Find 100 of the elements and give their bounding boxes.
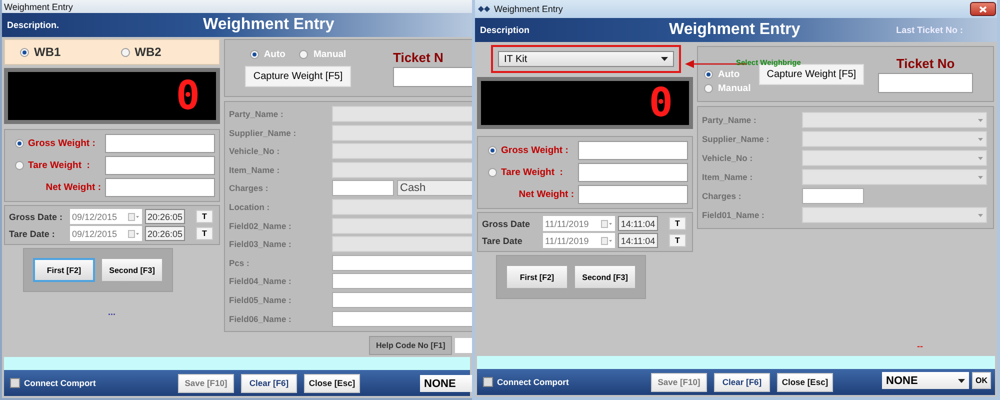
combo-field[interactable] [802, 131, 987, 147]
date-picker[interactable]: 11/11/2019 [543, 216, 615, 231]
footer-button[interactable]: Clear [F6] [714, 372, 770, 392]
port-dropdown[interactable]: NONE [420, 375, 472, 392]
caret-icon [978, 156, 983, 160]
footer-button[interactable]: Save [F10] [651, 372, 707, 392]
mode-label: Manual [313, 49, 346, 60]
ok-button[interactable]: OK [972, 372, 991, 389]
radio-button[interactable] [488, 146, 497, 155]
close-button[interactable] [970, 2, 996, 16]
radio-button[interactable] [15, 161, 24, 170]
weight-label: Gross Weight : [501, 145, 568, 156]
combo-field[interactable] [332, 198, 472, 215]
ticket-label: Ticket No [896, 56, 955, 70]
radio-button[interactable] [120, 48, 130, 56]
header-label: Last Ticket No : [896, 25, 963, 35]
weight-field[interactable] [578, 163, 688, 182]
combo-field[interactable] [332, 162, 472, 178]
input-field[interactable] [332, 292, 472, 308]
field-label: Party_Name : [229, 109, 284, 119]
caret-icon [978, 176, 983, 178]
port-dropdown[interactable]: NONE [882, 372, 969, 389]
payment-field[interactable]: Cash [397, 180, 472, 196]
weight-field[interactable] [578, 141, 688, 160]
field-label: Field06_Name : [229, 314, 292, 324]
radio-button[interactable] [15, 139, 24, 148]
date-label: Gross Date [482, 218, 532, 228]
weigh-button[interactable]: Second [F3] [574, 265, 636, 289]
header-label: Description [479, 25, 530, 35]
input-field[interactable] [332, 254, 472, 271]
time-field[interactable]: 20:26:05 [145, 226, 185, 241]
checkbox-label: Connect Comport [24, 378, 96, 388]
date-label: Tare Date [482, 236, 524, 246]
radio-button[interactable] [20, 48, 29, 56]
field-label: Item_Name : [229, 164, 281, 175]
weight-field[interactable] [105, 156, 215, 175]
radio-button[interactable] [704, 84, 713, 92]
input-field[interactable] [802, 188, 864, 204]
footer-button[interactable]: Clear [F6] [241, 374, 297, 392]
radio-button[interactable] [488, 168, 497, 177]
footer-button[interactable]: Close [Esc] [777, 372, 833, 392]
date-picker[interactable]: 11/11/2019 [543, 233, 615, 248]
weight-label: Net Weight : [46, 182, 101, 193]
ticket-field[interactable] [393, 66, 472, 86]
header-title: Weighment Entry [669, 21, 800, 39]
combo-field[interactable] [802, 207, 987, 223]
field-label: Location : [229, 202, 271, 212]
time-field[interactable]: 14:11:04 [618, 216, 658, 231]
weighbridge-dropdown[interactable]: IT Kit [498, 51, 674, 67]
combo-field[interactable] [332, 218, 472, 234]
weigh-button[interactable]: First [F2] [33, 258, 95, 282]
footer-button[interactable]: Save [F10] [178, 374, 234, 392]
radio-button[interactable] [299, 50, 308, 59]
weight-label: Tare Weight : [28, 160, 90, 171]
weigh-button[interactable]: First [F2] [506, 265, 568, 289]
time-button[interactable]: T [196, 210, 213, 223]
checkbox[interactable] [10, 378, 20, 388]
combo-field[interactable] [802, 112, 987, 128]
ticket-field[interactable] [878, 72, 974, 92]
combo-field[interactable] [332, 143, 472, 160]
field-label: Field05_Name : [229, 294, 292, 305]
radio-button[interactable] [704, 70, 713, 78]
radio-button[interactable] [250, 50, 259, 59]
input-field[interactable] [332, 180, 394, 196]
capture-button[interactable]: Capture Weight [F5] [245, 66, 351, 87]
time-button[interactable]: T [669, 217, 686, 230]
ticket-label: Ticket N [393, 50, 444, 64]
field-label: Vehicle_No : [229, 146, 281, 156]
caret-icon [978, 214, 983, 216]
time-field[interactable]: 20:26:05 [145, 209, 185, 224]
combo-field[interactable] [332, 106, 472, 122]
date-picker[interactable]: 09/12/2015 [70, 209, 142, 224]
checkbox[interactable] [483, 377, 493, 387]
footer-button[interactable]: Close [Esc] [304, 374, 360, 392]
combo-field[interactable] [332, 124, 472, 141]
field-label: Vehicle_No : [702, 153, 754, 163]
time-button[interactable]: T [669, 234, 686, 247]
close-icon [979, 6, 987, 12]
weight-field[interactable] [105, 178, 215, 197]
caret-icon [661, 57, 668, 61]
combo-field[interactable] [332, 236, 472, 252]
calendar-icon [128, 230, 140, 238]
mode-label: Manual [718, 82, 751, 94]
field-label: Supplier_Name : [702, 134, 770, 144]
input-field[interactable] [332, 273, 472, 290]
weight-field[interactable] [578, 185, 688, 204]
field-label: Charges : [702, 191, 742, 201]
mode-label: Auto [264, 49, 286, 60]
field-label: Field04_Name : [229, 276, 292, 286]
weight-field[interactable] [105, 134, 215, 153]
combo-field[interactable] [802, 150, 987, 166]
field-label: Field03_Name : [229, 239, 292, 250]
combo-field[interactable] [802, 169, 987, 185]
date-picker[interactable]: 09/12/2015 [70, 226, 142, 241]
time-button[interactable]: T [196, 227, 213, 240]
time-field[interactable]: 14:11:04 [618, 233, 658, 248]
weigh-button[interactable]: Second [F3] [101, 258, 163, 282]
calendar-icon [601, 220, 613, 228]
weight-label: Tare Weight : [501, 167, 563, 178]
input-field[interactable] [332, 310, 472, 327]
